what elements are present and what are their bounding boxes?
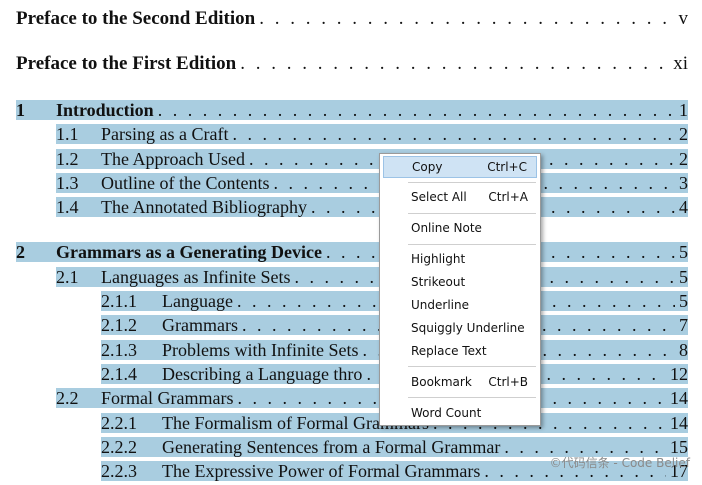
menu-item-label: Online Note — [411, 221, 482, 235]
toc-page: 5 — [679, 291, 688, 311]
toc-number: 2.2.2 — [101, 437, 137, 457]
toc-number: 2.1 — [56, 267, 79, 287]
toc-number: 1.2 — [56, 149, 79, 169]
toc-title: Introduction — [56, 100, 154, 120]
toc-title: Preface to the First Edition — [16, 53, 237, 74]
menu-item-strikeout[interactable]: Strikeout — [383, 271, 537, 293]
toc-leader: . . . . . . . . . . . . . . . . . . . . … — [240, 54, 669, 74]
toc-title: The Expressive Power of Formal Grammars — [162, 461, 481, 481]
toc-title: The Annotated Bibliography — [101, 197, 307, 217]
menu-item-label: Underline — [411, 298, 469, 312]
context-menu: Copy Ctrl+C Select All Ctrl+A Online Not… — [379, 153, 541, 426]
toc-number: 2.1.2 — [101, 315, 137, 335]
menu-separator — [408, 244, 536, 245]
menu-item-shortcut: Ctrl+A — [488, 190, 528, 204]
menu-item-label: Strikeout — [411, 275, 466, 289]
menu-item-label: Word Count — [411, 406, 482, 420]
menu-item-shortcut: Ctrl+B — [488, 375, 528, 389]
toc-title: Problems with Infinite Sets — [162, 340, 359, 360]
toc-number: 1.1 — [56, 124, 79, 144]
menu-separator — [408, 182, 536, 183]
toc-entry-preface-first[interactable]: Preface to the First Edition . . . . . .… — [16, 54, 688, 74]
toc-entry-1-1[interactable]: 1.1 Parsing as a Craft . . . . . . . . .… — [56, 124, 688, 144]
toc-page: xi — [673, 53, 688, 74]
toc-title: Preface to the Second Edition — [16, 8, 256, 29]
toc-number: 1 — [16, 100, 25, 120]
menu-separator — [408, 366, 536, 367]
toc-title: Describing a Language thro — [162, 364, 363, 384]
toc-page: 5 — [679, 242, 688, 262]
toc-title: Language — [162, 291, 233, 311]
menu-item-label: Select All — [411, 190, 467, 204]
toc-page: 1 — [679, 100, 688, 120]
toc-number: 2 — [16, 242, 25, 262]
toc-entry-1-2[interactable]: 1.2 The Approach Used . . . . . . . . . … — [56, 149, 688, 169]
toc-title: Grammars as a Generating Device — [56, 242, 322, 262]
toc-entry-1-3[interactable]: 1.3 Outline of the Contents . . . . . . … — [56, 173, 688, 193]
toc-number: 1.4 — [56, 197, 79, 217]
toc-number: 2.2 — [56, 388, 79, 408]
toc-title: Grammars — [162, 315, 238, 335]
toc-leader: . . . . . . . . . . . . . . . . . . . . … — [259, 9, 674, 29]
toc-entry-2-2[interactable]: 2.2 Formal Grammars . . . . . . . . . . … — [56, 388, 688, 408]
menu-separator — [408, 213, 536, 214]
toc-page: 14 — [670, 388, 688, 408]
toc-page: 2 — [679, 149, 688, 169]
toc-entry-chapter-2[interactable]: 2 Grammars as a Generating Device . . . … — [16, 242, 688, 262]
toc-entry-2-1[interactable]: 2.1 Languages as Infinite Sets . . . . .… — [56, 267, 688, 287]
menu-item-label: Bookmark — [411, 375, 472, 389]
menu-item-select-all[interactable]: Select All Ctrl+A — [383, 186, 537, 208]
toc-leader: . . . . . . . . . . . . . . . . . . . . … — [157, 100, 675, 120]
toc-title: Generating Sentences from a Formal Gramm… — [162, 437, 501, 457]
toc-entry-preface-second[interactable]: Preface to the Second Edition . . . . . … — [16, 9, 688, 29]
toc-title: Parsing as a Craft — [101, 124, 229, 144]
toc-number: 2.1.4 — [101, 364, 137, 384]
toc-page: 12 — [670, 364, 688, 384]
toc-number: 2.2.1 — [101, 413, 137, 433]
toc-page: 3 — [679, 173, 688, 193]
toc-page: 8 — [679, 340, 688, 360]
toc-number: 2.1.3 — [101, 340, 137, 360]
menu-item-label: Copy — [412, 160, 443, 174]
toc-number: 1.3 — [56, 173, 79, 193]
menu-separator — [408, 397, 536, 398]
toc-title: The Approach Used — [101, 149, 245, 169]
menu-item-label: Squiggly Underline — [411, 321, 525, 335]
toc-number: 2.2.3 — [101, 461, 137, 481]
toc-title: Formal Grammars — [101, 388, 234, 408]
toc-entry-1-4[interactable]: 1.4 The Annotated Bibliography . . . . .… — [56, 197, 688, 217]
toc-page: 14 — [670, 413, 688, 433]
menu-item-underline[interactable]: Underline — [383, 294, 537, 316]
menu-item-highlight[interactable]: Highlight — [383, 248, 537, 270]
toc-title: Outline of the Contents — [101, 173, 270, 193]
toc-page: v — [678, 8, 689, 29]
menu-item-label: Highlight — [411, 252, 466, 266]
toc-number: 2.1.1 — [101, 291, 137, 311]
menu-item-word-count[interactable]: Word Count — [383, 402, 537, 424]
toc-page: 5 — [679, 267, 688, 287]
menu-item-replace-text[interactable]: Replace Text — [383, 340, 537, 362]
menu-item-label: Replace Text — [411, 344, 487, 358]
toc-title: Languages as Infinite Sets — [101, 267, 291, 287]
menu-item-bookmark[interactable]: Bookmark Ctrl+B — [383, 371, 537, 393]
menu-item-shortcut: Ctrl+C — [487, 160, 527, 174]
watermark: ©代码信条 - Code Belief — [549, 456, 690, 470]
toc-page: 4 — [679, 197, 688, 217]
menu-item-squiggly-underline[interactable]: Squiggly Underline — [383, 317, 537, 339]
toc-leader: . . . . . . . . . . . . . . . . . . . . … — [232, 124, 675, 144]
toc-page: 7 — [679, 315, 688, 335]
toc-entry-chapter-1[interactable]: 1 Introduction . . . . . . . . . . . . .… — [16, 100, 688, 120]
menu-item-online-note[interactable]: Online Note — [383, 217, 537, 239]
menu-item-copy[interactable]: Copy Ctrl+C — [383, 156, 537, 178]
toc-page: 2 — [679, 124, 688, 144]
